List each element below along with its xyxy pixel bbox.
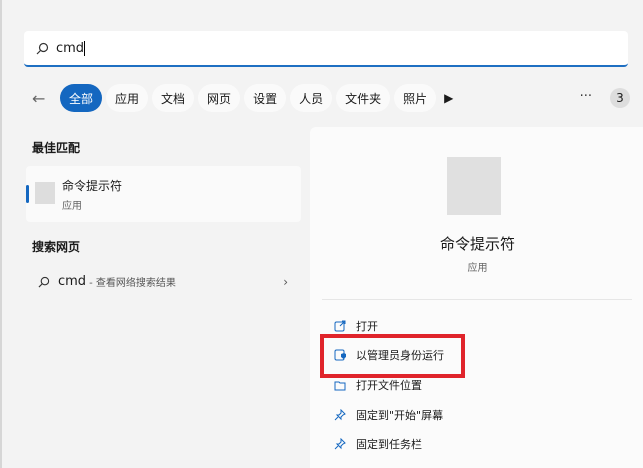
app-type: 应用 (62, 201, 82, 212)
app-title: 命令提示符 (62, 179, 123, 193)
filter-bar: ← 全部 应用 文档 网页 设置 人员 文件夹 照片 ▶ ··· 3 (32, 84, 632, 112)
filter-settings[interactable]: 设置 (244, 84, 287, 112)
detail-panel: 命令提示符 应用 打开 以管理员身份运行 打开文件位置 固定到"开始"屏幕 固定… (310, 127, 643, 468)
action-label: 打开文件位置 (356, 379, 422, 392)
filter-documents[interactable]: 文档 (152, 84, 195, 112)
app-icon (35, 182, 55, 204)
filter-apps[interactable]: 应用 (106, 84, 149, 112)
filter-all[interactable]: 全部 (60, 84, 103, 112)
chevron-right-icon[interactable]: › (283, 275, 288, 289)
web-search-item[interactable]: cmd - 查看网络搜索结果 › (38, 274, 288, 289)
filter-photos[interactable]: 照片 (394, 84, 437, 112)
folder-icon (334, 381, 346, 391)
web-query: cmd (58, 274, 87, 289)
action-pin-to-taskbar[interactable]: 固定到任务栏 (334, 436, 422, 452)
web-search-heading: 搜索网页 (32, 240, 81, 254)
pin-icon (334, 409, 346, 421)
filter-web[interactable]: 网页 (198, 84, 241, 112)
back-arrow-icon[interactable]: ← (32, 89, 56, 108)
text-cursor (84, 40, 86, 56)
search-icon (36, 42, 49, 54)
best-match-item[interactable]: 命令提示符 应用 (26, 166, 301, 222)
highlight-annotation-box (320, 334, 465, 378)
action-label: 打开 (356, 320, 378, 333)
more-options-button[interactable]: ··· (580, 89, 592, 104)
action-label: 固定到任务栏 (356, 438, 422, 451)
search-icon (38, 276, 50, 287)
pin-icon (334, 438, 346, 450)
best-match-heading: 最佳匹配 (32, 141, 81, 155)
open-icon (334, 320, 346, 332)
selection-indicator (26, 185, 29, 203)
search-input[interactable]: cmd (24, 31, 628, 67)
action-pin-to-start[interactable]: 固定到"开始"屏幕 (334, 407, 443, 423)
result-count-badge[interactable]: 3 (610, 88, 630, 108)
app-large-icon (447, 157, 501, 215)
action-open-file-location[interactable]: 打开文件位置 (334, 377, 422, 393)
more-filters-arrow-icon[interactable]: ▶ (444, 91, 453, 105)
filter-folders[interactable]: 文件夹 (336, 84, 391, 112)
web-description: - 查看网络搜索结果 (89, 278, 176, 289)
divider (322, 299, 632, 300)
action-open[interactable]: 打开 (334, 318, 378, 334)
search-value: cmd (56, 40, 85, 56)
detail-title: 命令提示符 (439, 235, 515, 253)
action-label: 固定到"开始"屏幕 (356, 409, 444, 422)
detail-subtitle: 应用 (467, 263, 488, 274)
filter-people[interactable]: 人员 (290, 84, 333, 112)
